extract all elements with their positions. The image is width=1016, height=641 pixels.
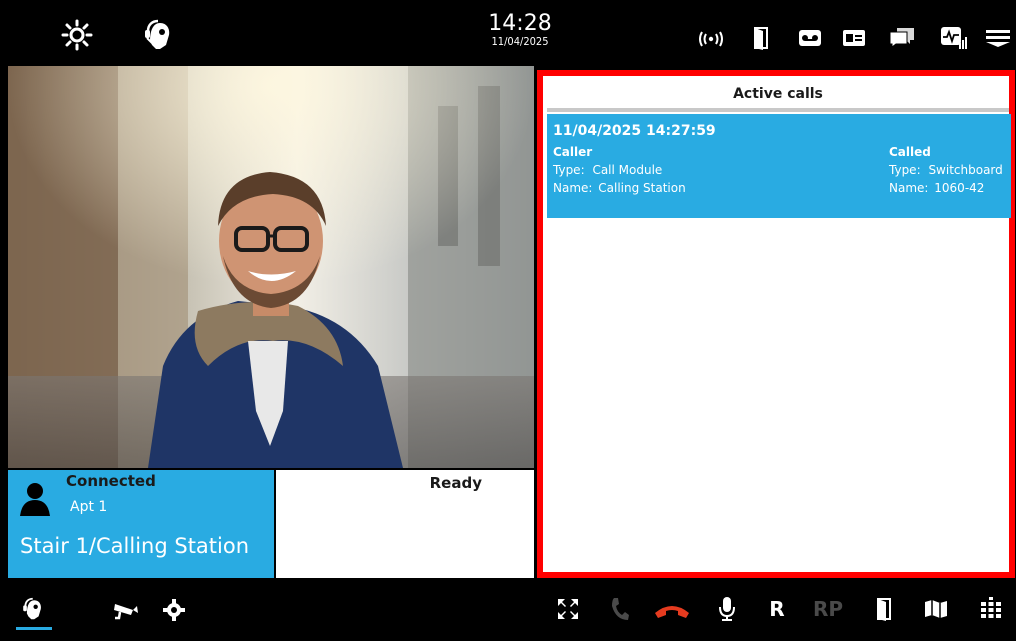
status-text: Ready (429, 474, 482, 492)
called-type-label: Type: (889, 163, 921, 177)
settings-gear-icon[interactable] (160, 596, 188, 624)
called-type-row: Type: Switchboard (889, 162, 1003, 178)
caller-type: Call Module (592, 163, 663, 177)
caller-location: Stair 1/Calling Station (20, 534, 250, 558)
r-key[interactable]: R (764, 594, 790, 624)
call-datetime: 11/04/2025 14:27:59 (553, 123, 716, 139)
top-bar: 14:28 11/04/2025 (0, 0, 1016, 66)
wireless-signal-icon[interactable] (698, 28, 724, 50)
video-feed (8, 66, 534, 468)
clock-date: 11/04/2025 (491, 35, 549, 48)
brightness-icon[interactable] (60, 18, 94, 52)
caller-type-label: Type: (553, 163, 585, 177)
messages-icon[interactable] (886, 24, 918, 50)
active-call-item[interactable]: 11/04/2025 14:27:59 Caller Type: Call Mo… (547, 114, 1011, 218)
caller-name-label: Name: (553, 181, 593, 195)
clock: 14:28 11/04/2025 (470, 12, 570, 48)
caller-name-row: Name: Calling Station (553, 180, 686, 196)
caller-avatar-icon (18, 480, 52, 516)
called-name-label: Name: (889, 181, 929, 195)
camera-icon[interactable] (110, 598, 140, 622)
active-calls-title: Active calls (547, 80, 1009, 112)
fullscreen-icon[interactable] (555, 596, 581, 622)
called-name: 1060-42 (934, 181, 985, 195)
clock-time: 14:28 (488, 11, 552, 36)
caller-name: Calling Station (598, 181, 686, 195)
answer-call-icon[interactable] (606, 594, 634, 624)
hangup-icon[interactable] (652, 600, 692, 622)
caller-status: Connected (66, 472, 156, 490)
called-type: Switchboard (928, 163, 1003, 177)
called-heading: Called (889, 145, 931, 159)
caller-heading: Caller (553, 145, 593, 159)
active-tab-indicator (16, 627, 52, 630)
monitor-signal-icon[interactable] (938, 24, 968, 52)
id-card-icon[interactable] (840, 26, 868, 50)
map-icon[interactable] (922, 596, 950, 622)
rp-key[interactable]: RP (808, 594, 848, 624)
keypad-icon[interactable] (978, 594, 1004, 624)
caller-video-image (8, 66, 534, 468)
caller-panel: Connected Apt 1 Stair 1/Calling Station (8, 470, 274, 578)
status-panel: Ready (276, 470, 534, 578)
door-open-icon[interactable] (872, 594, 896, 624)
caller-apartment: Apt 1 (70, 499, 108, 515)
active-calls-panel: Active calls 11/04/2025 14:27:59 Caller … (537, 70, 1015, 578)
bottom-bar: R RP (0, 580, 1016, 641)
caller-type-row: Type: Call Module (553, 162, 662, 178)
door-icon[interactable] (750, 24, 772, 52)
voicemail-icon[interactable] (796, 26, 824, 50)
operator-headset-icon[interactable] (140, 18, 174, 52)
operator-headset-icon[interactable] (18, 596, 46, 622)
microphone-icon[interactable] (714, 594, 740, 624)
called-name-row: Name: 1060-42 (889, 180, 984, 196)
menu-icon[interactable] (984, 26, 1012, 50)
